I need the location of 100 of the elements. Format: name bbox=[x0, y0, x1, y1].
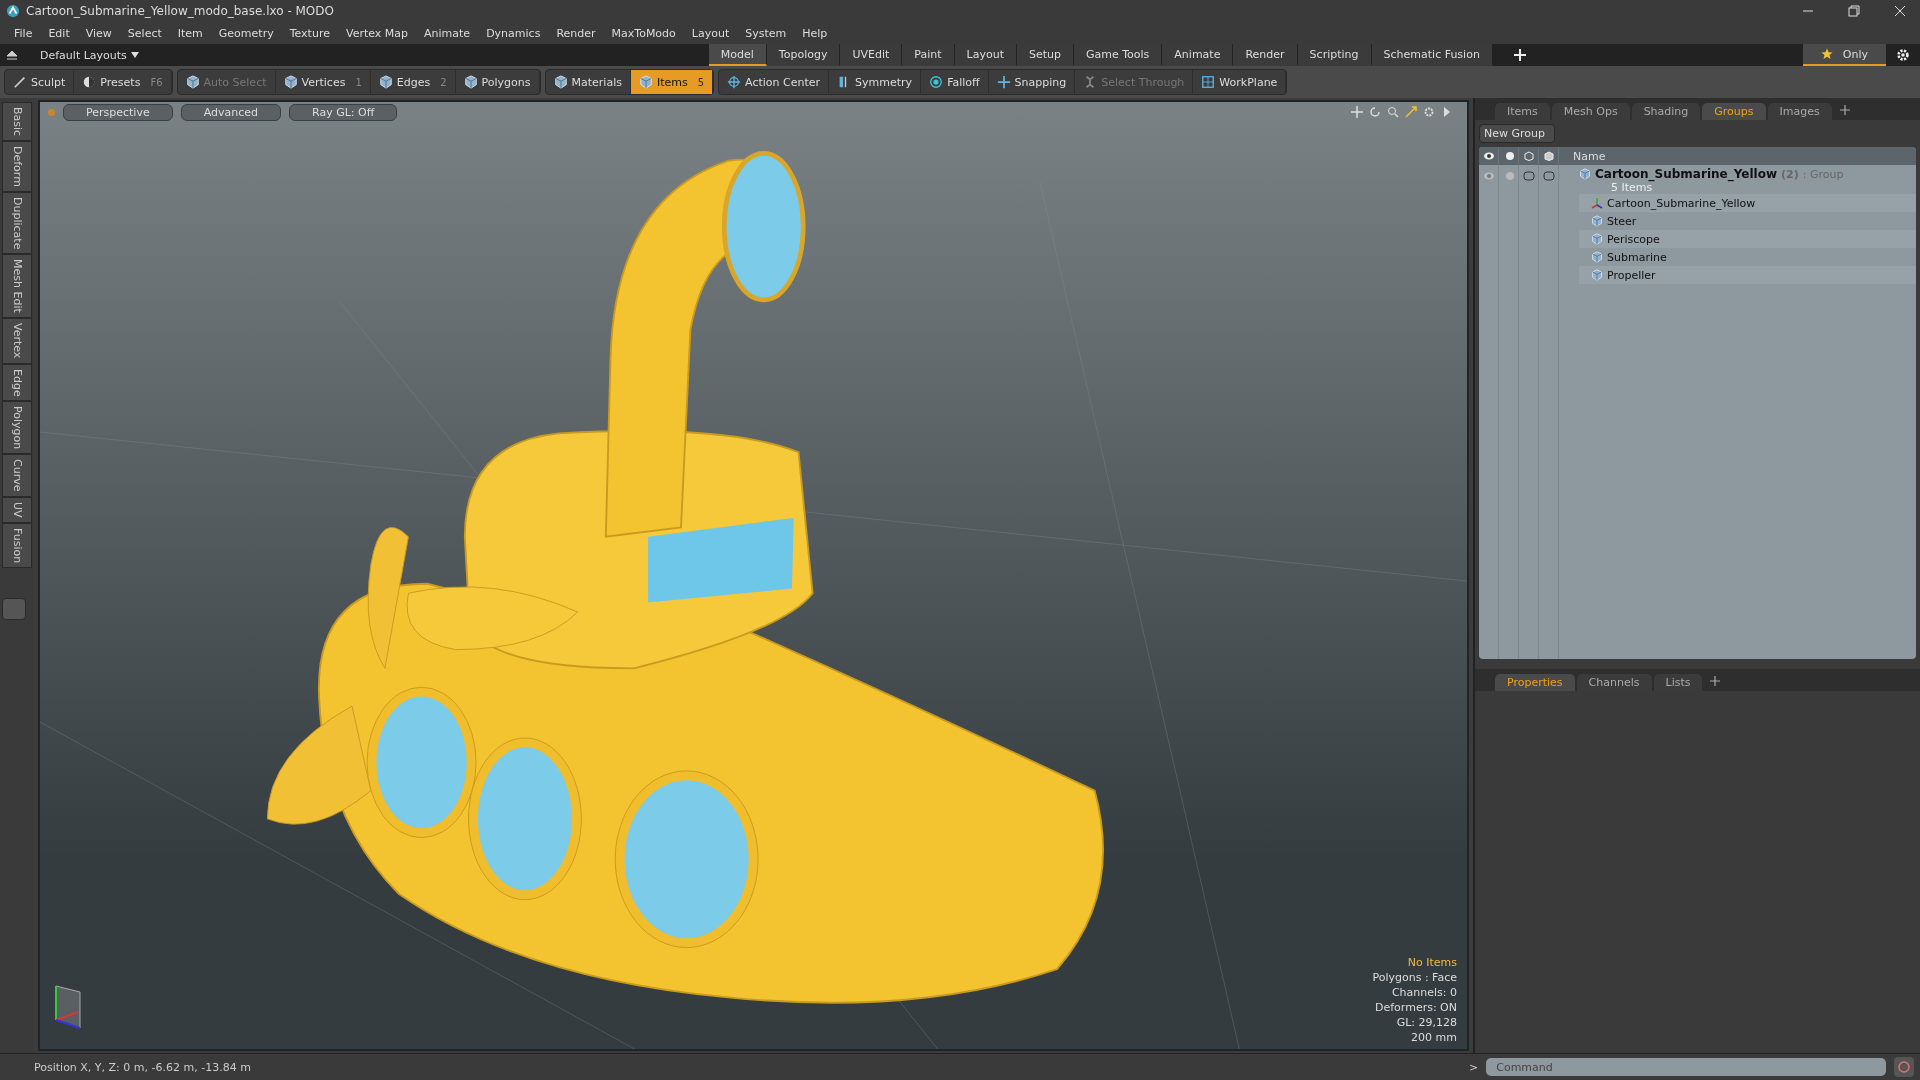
side-tab[interactable]: Polygon bbox=[2, 401, 32, 455]
settings-icon[interactable] bbox=[1896, 48, 1910, 62]
side-tab[interactable]: Deform bbox=[2, 141, 32, 192]
menu-item[interactable]: Select bbox=[119, 26, 170, 40]
side-tab[interactable]: Curve bbox=[2, 454, 32, 497]
menu-item[interactable]: System bbox=[737, 26, 795, 40]
caret-icon bbox=[130, 52, 139, 58]
layout-tab[interactable]: Schematic Fusion bbox=[1371, 44, 1493, 66]
tree-item[interactable]: Submarine bbox=[1607, 250, 1667, 264]
toolbar-button[interactable]: Sculpt bbox=[5, 70, 75, 94]
group-count: (2) bbox=[1780, 167, 1799, 181]
snapping-icon bbox=[996, 75, 1011, 89]
axis-gizmo-icon bbox=[55, 985, 81, 1029]
viewport-button[interactable]: Advanced bbox=[180, 104, 282, 121]
axes-icon bbox=[1591, 197, 1603, 209]
tree-item[interactable]: Periscope bbox=[1607, 232, 1660, 246]
status-dot-icon bbox=[48, 109, 55, 116]
toolbar-button[interactable]: Polygons bbox=[455, 70, 540, 94]
checkbox-icon[interactable] bbox=[1542, 171, 1555, 181]
panel-tab[interactable]: Groups bbox=[1702, 103, 1766, 120]
menu-item[interactable]: Item bbox=[169, 26, 211, 40]
toolbar-button[interactable]: Edges 2 bbox=[370, 70, 456, 94]
viewport-info: Channels: 0 bbox=[1390, 985, 1457, 1000]
position-readout: Position X, Y, Z: 0 m, -6.62 m, -13.84 m bbox=[33, 1059, 252, 1076]
layout-tab[interactable]: Model bbox=[708, 44, 767, 66]
side-tab[interactable]: Fusion bbox=[2, 522, 32, 568]
checkbox-icon[interactable] bbox=[1522, 171, 1535, 181]
layout-tab[interactable]: Topology bbox=[766, 44, 841, 66]
side-tab[interactable]: UV bbox=[2, 496, 32, 523]
layout-tab[interactable]: Layout bbox=[954, 44, 1017, 66]
layout-tab[interactable]: Setup bbox=[1016, 44, 1074, 66]
cube-icon bbox=[1591, 269, 1603, 281]
menu-item[interactable]: Animate bbox=[416, 26, 479, 40]
side-button[interactable] bbox=[2, 597, 26, 620]
toolbar-button[interactable]: Materials bbox=[545, 70, 631, 94]
group-row[interactable]: Cartoon_Submarine_Yellow (2) : Group bbox=[1579, 167, 1916, 181]
menu-item[interactable]: Render bbox=[548, 26, 604, 40]
side-tab[interactable]: Basic bbox=[2, 102, 32, 142]
panel-tab[interactable]: Lists bbox=[1653, 674, 1703, 691]
rotate-icon[interactable] bbox=[1369, 106, 1381, 118]
panel-tab[interactable]: Images bbox=[1767, 103, 1832, 120]
side-tab[interactable]: Edge bbox=[2, 363, 32, 402]
window-title: Cartoon_Submarine_Yellow_modo_base.lxo - MODO bbox=[26, 4, 334, 18]
layout-tab[interactable]: UVEdit bbox=[840, 44, 903, 66]
layout-tab[interactable]: Animate bbox=[1162, 44, 1234, 66]
panel-tab[interactable]: Properties bbox=[1495, 674, 1575, 691]
layout-tab[interactable]: Game Tools bbox=[1074, 44, 1163, 66]
move-icon[interactable] bbox=[1351, 106, 1363, 118]
layout-toggle-icon[interactable] bbox=[6, 49, 18, 61]
command-field[interactable]: Command bbox=[1486, 1058, 1886, 1076]
record-button[interactable] bbox=[1894, 1057, 1914, 1077]
side-tab[interactable]: Vertex bbox=[2, 318, 32, 364]
eye-icon[interactable] bbox=[1482, 171, 1495, 181]
toolbar-button[interactable]: Snapping bbox=[988, 70, 1076, 94]
layouts-dropdown[interactable]: Default Layouts bbox=[34, 48, 149, 62]
panel-tab[interactable]: Mesh Ops bbox=[1551, 103, 1630, 120]
layout-tab[interactable]: Scripting bbox=[1297, 44, 1372, 66]
menu-item[interactable]: File bbox=[6, 26, 41, 40]
side-tab[interactable]: Mesh Edit bbox=[2, 254, 32, 319]
layout-tab[interactable]: Render bbox=[1233, 44, 1298, 66]
toolbar-button[interactable]: Presets F6 bbox=[74, 70, 172, 94]
new-group-button[interactable]: New Group bbox=[1479, 124, 1555, 143]
command-prompt: > bbox=[1469, 1060, 1479, 1074]
toolbar-button[interactable]: Items 5 bbox=[630, 70, 714, 94]
tree-item[interactable]: Propeller bbox=[1607, 268, 1656, 282]
tree-item[interactable]: Steer bbox=[1607, 214, 1637, 228]
toolbar-button[interactable]: WorkPlane bbox=[1193, 70, 1287, 94]
panel-tab[interactable]: Items bbox=[1495, 103, 1550, 120]
menu-item[interactable]: Geometry bbox=[210, 26, 282, 40]
menu-item[interactable]: Help bbox=[794, 26, 836, 40]
menu-item[interactable]: MaxToModo bbox=[603, 26, 684, 40]
cube-icon bbox=[638, 75, 653, 89]
toolbar-button[interactable]: Falloff bbox=[921, 70, 989, 94]
grid-icon bbox=[1201, 75, 1216, 89]
menu-item[interactable]: Layout bbox=[683, 26, 738, 40]
viewport-button[interactable]: Ray GL: Off bbox=[289, 104, 398, 121]
viewport-button[interactable]: Perspective bbox=[63, 104, 173, 121]
add-tab-icon[interactable] bbox=[1710, 676, 1721, 686]
column-header: Name bbox=[1572, 149, 1606, 163]
only-toggle[interactable]: Only bbox=[1802, 44, 1886, 66]
toolbar-button[interactable]: Vertices 1 bbox=[275, 70, 371, 94]
toolbar-button[interactable]: Symmetry bbox=[829, 70, 922, 94]
add-tab-icon[interactable] bbox=[1839, 105, 1850, 115]
menu-item[interactable]: Dynamics bbox=[478, 26, 549, 40]
cube-icon bbox=[463, 75, 478, 89]
viewport[interactable]: Perspective Advanced Ray GL: Off No Items Polygons : Face Channels: 0 Deformers: ON GL: 29,128 200 mm bbox=[38, 100, 1469, 1051]
side-tab[interactable]: Duplicate bbox=[2, 192, 32, 255]
menu-item[interactable]: Texture bbox=[281, 26, 338, 40]
fit-icon[interactable] bbox=[1405, 106, 1417, 118]
viewport-info: Deformers: ON bbox=[1374, 1000, 1457, 1015]
layout-tab[interactable]: Paint bbox=[902, 44, 955, 66]
zoom-icon[interactable] bbox=[1387, 106, 1399, 118]
panel-tab[interactable]: Shading bbox=[1631, 103, 1701, 120]
menu-item[interactable]: Vertex Map bbox=[337, 26, 417, 40]
menu-item[interactable]: View bbox=[77, 26, 120, 40]
group-name: Cartoon_Submarine_Yellow bbox=[1595, 167, 1777, 181]
menu-item[interactable]: Edit bbox=[40, 26, 78, 40]
viewport-info: GL: 29,128 bbox=[1395, 1015, 1457, 1030]
toolbar-button[interactable]: Action Center bbox=[719, 70, 830, 94]
panel-tab[interactable]: Channels bbox=[1576, 674, 1652, 691]
